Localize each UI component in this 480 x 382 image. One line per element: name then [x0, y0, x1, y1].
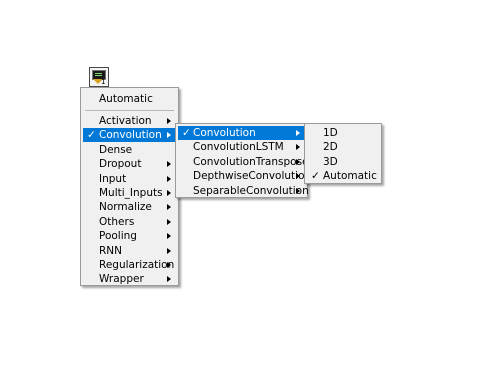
menu-item-convolutiontranspose[interactable]: ConvolutionTranspose [178, 155, 309, 169]
menu-item-label: 2D [323, 141, 338, 154]
submenu-arrow-icon [167, 132, 171, 139]
menu-item-label: Convolution [99, 129, 162, 142]
menu-item-convolution[interactable]: ✓ Convolution [83, 128, 176, 143]
menu-item-label: Regularization [99, 259, 175, 271]
menu-item-label: Activation [99, 115, 152, 127]
menu-item-multi-inputs[interactable]: Multi_Inputs [83, 186, 176, 200]
menu-item-dropout[interactable]: Dropout [83, 157, 176, 171]
menu-item-label: Input [99, 172, 127, 185]
submenu-arrow-icon [296, 144, 300, 151]
menu-item-label: SeparableConvolution [193, 184, 309, 197]
submenu-arrow-icon [167, 190, 171, 196]
submenu-arrow-icon [167, 218, 171, 225]
node-icon[interactable]: 1 [89, 67, 109, 87]
submenu-arrow-icon [296, 130, 300, 136]
menu-item-separableconvolution[interactable]: SeparableConvolution [178, 184, 309, 198]
convolution-submenu: ✓ Convolution ConvolutionLSTM ConvolutionTr… [175, 123, 311, 198]
menu-item-label: 1D [323, 127, 338, 139]
menu-item-wrapper[interactable]: Wrapper [83, 272, 176, 286]
check-icon: ✓ [182, 127, 191, 139]
menu-item-rnn[interactable]: RNN [83, 244, 176, 258]
submenu-arrow-icon [167, 118, 171, 124]
menu-item-convolution[interactable]: ✓ Convolution [178, 126, 305, 140]
submenu-arrow-icon [296, 173, 300, 180]
menu-item-label: Dropout [99, 158, 142, 171]
node-badge: 1 [101, 78, 106, 86]
menu-item-label: Others [99, 215, 135, 228]
menu-item-input[interactable]: Input [83, 172, 176, 186]
menu-item-label: Automatic [323, 170, 377, 183]
menu-item-label: ConvolutionTranspose [193, 155, 309, 168]
menu-item-regularization[interactable]: Regularization [83, 258, 176, 272]
menu-item-label: Wrapper [99, 273, 144, 286]
menu-item-label: RNN [99, 244, 123, 257]
menu-item-depthwiseconvolution[interactable]: DepthwiseConvolution [178, 169, 311, 183]
submenu-arrow-icon [167, 233, 171, 240]
menu-item-convolutionlstm[interactable]: ConvolutionLSTM [178, 140, 305, 154]
submenu-arrow-icon [167, 247, 171, 254]
menu-item-label: Pooling [99, 230, 137, 243]
submenu-arrow-icon [167, 276, 171, 283]
submenu-arrow-icon [167, 204, 171, 211]
dimension-submenu: 1D 2D 3D ✓ Automatic [304, 123, 382, 184]
menu-item-3d[interactable]: 3D [307, 155, 379, 169]
submenu-arrow-icon [296, 187, 300, 194]
check-icon: ✓ [87, 129, 96, 142]
menu-item-label: Automatic [99, 93, 153, 105]
menu-item-activation[interactable]: Activation [83, 114, 176, 128]
submenu-arrow-icon [296, 158, 300, 165]
menu-separator [85, 110, 174, 111]
menu-item-label: DepthwiseConvolution [193, 170, 312, 183]
menu-item-others[interactable]: Others [83, 215, 176, 229]
menu-item-pooling[interactable]: Pooling [83, 229, 176, 243]
submenu-arrow-icon [167, 175, 171, 182]
menu-item-label: 3D [323, 155, 338, 168]
menu-item-label: Multi_Inputs [99, 187, 163, 199]
menu-item-1d[interactable]: 1D [307, 126, 379, 140]
menu-item-normalize[interactable]: Normalize [83, 200, 176, 214]
menu-item-automatic[interactable]: Automatic [83, 92, 176, 106]
submenu-arrow-icon [167, 262, 171, 268]
menu-item-automatic[interactable]: ✓ Automatic [307, 169, 379, 183]
menu-item-dense[interactable]: Dense [83, 143, 176, 157]
menu-item-label: Dense [99, 143, 133, 156]
submenu-arrow-icon [167, 161, 171, 168]
check-icon: ✓ [311, 170, 320, 183]
menu-item-2d[interactable]: 2D [307, 140, 379, 154]
menu-item-label: Convolution [193, 127, 256, 139]
menu-item-label: Normalize [99, 201, 152, 214]
category-menu: Automatic Activation ✓ Convolution Dense Dro… [80, 87, 179, 286]
menu-item-label: ConvolutionLSTM [193, 141, 284, 154]
